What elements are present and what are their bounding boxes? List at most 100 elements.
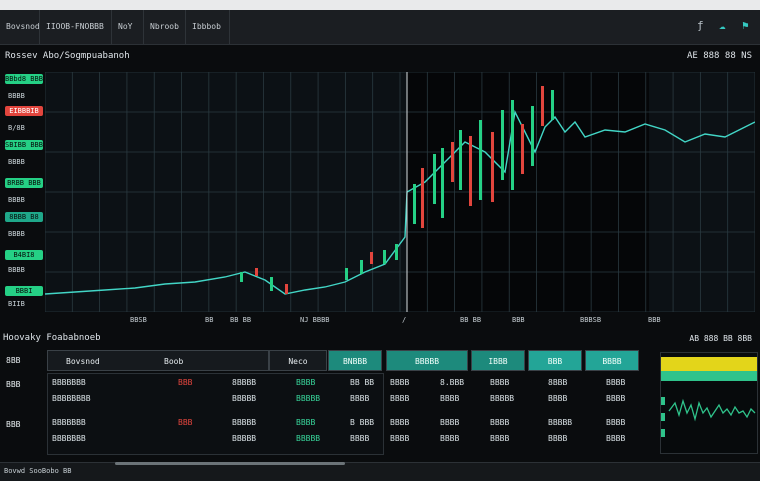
table-cell-c7: BBBBB (548, 418, 573, 427)
status-bar: Bovwd SooBobo BB (0, 462, 760, 481)
row-label-2: BBB (6, 420, 21, 429)
table-cell-c2: BBBBB (296, 434, 321, 443)
indicator-pill[interactable]: BBBI (5, 286, 43, 296)
horizontal-scrollbar[interactable] (115, 462, 345, 465)
x-axis-label: BB BB (460, 316, 482, 324)
table-cell-name: BBBBBBB (52, 434, 86, 443)
table-cell-c4: BBBB (390, 434, 410, 443)
candle (413, 184, 416, 224)
table-cell-flag: BBB (178, 418, 193, 427)
table-cell-c6: BBBB (490, 418, 510, 427)
table-cell-c8: BBBB (606, 378, 626, 387)
x-axis-label: BBB (648, 316, 661, 324)
table-cell-flag: BBB (178, 378, 193, 387)
candle (421, 168, 424, 228)
candle (395, 244, 398, 260)
table-cell-c3: B BBB (350, 418, 375, 427)
header-neco[interactable]: Neco (269, 350, 327, 371)
indicator-value: BBBB (8, 92, 25, 100)
indicator-pill[interactable]: EIBBBIB (5, 106, 43, 116)
x-axis-label: BB BB (230, 316, 252, 324)
candle (531, 106, 534, 166)
window-topstrip (0, 0, 760, 10)
table-cell-name: BBBBBBBB (52, 394, 91, 403)
header-bovsnod[interactable]: Bovsnod Boob (47, 350, 269, 371)
table-cell-c1: 8BBBB (232, 378, 257, 387)
table-body (47, 373, 384, 455)
indicator-value: B/8B (8, 124, 25, 132)
indicator-pill[interactable]: BBbd8 BBBB (5, 74, 43, 84)
candle (360, 260, 363, 274)
table-cell-c2: BBBB (296, 418, 316, 427)
header-bbb[interactable]: BBB (528, 350, 582, 371)
bookmark-icon[interactable]: ⚑ (742, 19, 749, 32)
table-cell-c5: BBBB (440, 394, 460, 403)
indicator-pill[interactable]: 8BBB B8 (5, 212, 43, 222)
candle (433, 154, 436, 204)
table-cell-c1: BBBBB (232, 418, 257, 427)
table-cell-c6: BBBB (490, 378, 510, 387)
candle (383, 250, 386, 264)
indicator-value: BBBB (8, 196, 25, 204)
candle (255, 268, 258, 276)
tab-3[interactable]: NoY (112, 10, 144, 44)
price-chart[interactable] (45, 72, 755, 312)
candle (501, 110, 504, 180)
table-cell-c7: 8BBB (548, 378, 568, 387)
indicator-value: BBBB (8, 158, 25, 166)
indicator-value: BBBB (8, 266, 25, 274)
header-bnbbb[interactable]: BNBBB (328, 350, 382, 371)
candle (370, 252, 373, 264)
table-cell-c4: BBBB (390, 418, 410, 427)
mini-chart[interactable] (660, 352, 758, 454)
section-stats: AB 888 BB 8BB (689, 334, 752, 343)
table-cell-c3: BBBB (350, 434, 370, 443)
table-cell-c8: BBBB (606, 434, 626, 443)
table-cell-c1: BBBBB (232, 434, 257, 443)
tab-bovsnod[interactable]: Bovsnod (0, 10, 40, 44)
header-bbbbb[interactable]: BBBBB (386, 350, 468, 371)
candle (521, 124, 524, 174)
header-ibbb[interactable]: IBBB (471, 350, 525, 371)
table-cell-c3: BBBB (350, 394, 370, 403)
indicator-pill[interactable]: B4BI8 (5, 250, 43, 260)
candle (541, 86, 544, 126)
candle (511, 100, 514, 190)
toolbar: Bovsnod IIOOB-FNOBBB NoY Nbroob Ibbbob ƒ… (0, 10, 760, 45)
x-axis-label: BBBSB (580, 316, 602, 324)
indicator-pill[interactable]: BRBB BBB (5, 178, 43, 188)
tab-2[interactable]: IIOOB-FNOBBB (40, 10, 112, 44)
x-axis-label: / (402, 316, 407, 324)
table-cell-c2: BBBBB (296, 394, 321, 403)
x-axis-label: BB (205, 316, 214, 324)
header-bbbb[interactable]: BBBB (585, 350, 639, 371)
row-label-1: BBB (6, 380, 21, 389)
indicator-pill[interactable]: SBIBB BBB (5, 140, 43, 150)
table-cell-c4: BBBB (390, 378, 410, 387)
f-icon[interactable]: ƒ (697, 19, 704, 32)
table-cell-c6: BBBBB (490, 394, 515, 403)
indicator-value: BBBB (8, 230, 25, 238)
candle (551, 90, 554, 120)
candle (479, 120, 482, 200)
table-cell-c7: BBBB (548, 434, 568, 443)
indicator-value: BIIB (8, 300, 25, 308)
table-cell-c8: BBBB (606, 394, 626, 403)
row-label-0: 8BB (6, 356, 21, 365)
table-cell-name: BBBBBBB (52, 378, 86, 387)
table-cell-c2: BBBB (296, 378, 316, 387)
candle (441, 148, 444, 218)
candle (451, 142, 454, 182)
candle (270, 277, 273, 291)
x-axis-label: BBB (512, 316, 525, 324)
status-text: Bovwd SooBobo BB (4, 467, 72, 475)
tab-4[interactable]: Nbroob (144, 10, 186, 44)
chart-title: Rossev Abo/Sogmpuabanoh (5, 51, 130, 61)
tab-5[interactable]: Ibbbob (186, 10, 230, 44)
candle (491, 132, 494, 202)
candle (469, 136, 472, 206)
header-boob[interactable]: Boob (164, 351, 183, 372)
table-cell-name: BBBBBBB (52, 418, 86, 427)
cloud-icon[interactable]: ☁ (719, 19, 726, 32)
candle (240, 272, 243, 282)
